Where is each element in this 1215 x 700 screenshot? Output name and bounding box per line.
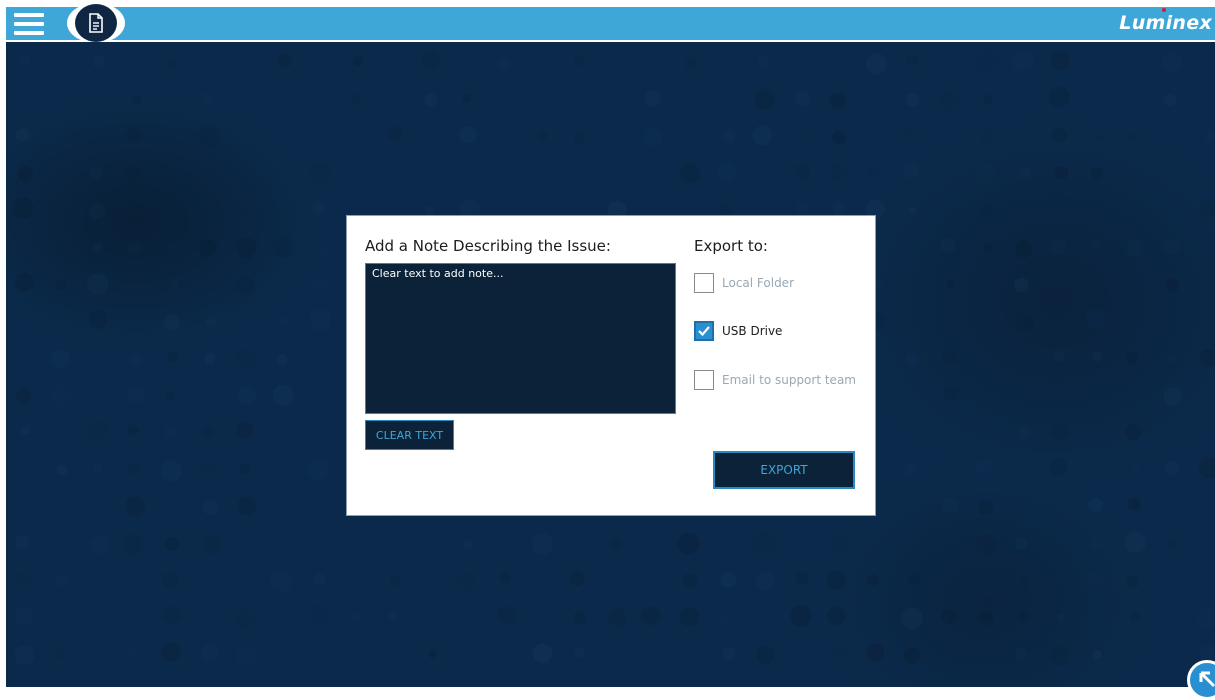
local-folder-checkbox[interactable] xyxy=(694,273,714,293)
export-dialog: Add a Note Describing the Issue: Clear t… xyxy=(346,215,876,516)
top-bar: Luminex xyxy=(6,3,1215,43)
email-support-checkbox[interactable] xyxy=(694,370,714,390)
document-button[interactable] xyxy=(67,3,125,43)
local-folder-label: Local Folder xyxy=(722,276,794,290)
note-textarea[interactable]: Clear text to add note... xyxy=(365,263,676,414)
checkmark-icon xyxy=(698,326,710,337)
option-usb-drive[interactable]: USB Drive xyxy=(694,321,874,343)
export-button[interactable]: EXPORT xyxy=(713,451,855,489)
option-local-folder[interactable]: Local Folder xyxy=(694,273,874,295)
corner-nav-button[interactable] xyxy=(1187,660,1215,700)
clear-text-button[interactable]: CLEAR TEXT xyxy=(365,420,454,450)
brand-logo: Luminex xyxy=(1119,12,1212,34)
hamburger-menu-icon[interactable] xyxy=(14,13,44,35)
document-icon xyxy=(89,13,103,33)
email-support-label: Email to support team xyxy=(722,373,856,387)
export-to-label: Export to: xyxy=(694,237,768,255)
brand-logo-dot xyxy=(1162,8,1166,12)
arrow-up-left-icon xyxy=(1199,671,1215,688)
usb-drive-label: USB Drive xyxy=(722,324,783,338)
usb-drive-checkbox[interactable] xyxy=(694,321,714,341)
note-label: Add a Note Describing the Issue: xyxy=(365,237,611,255)
option-email-support[interactable]: Email to support team xyxy=(694,370,874,392)
